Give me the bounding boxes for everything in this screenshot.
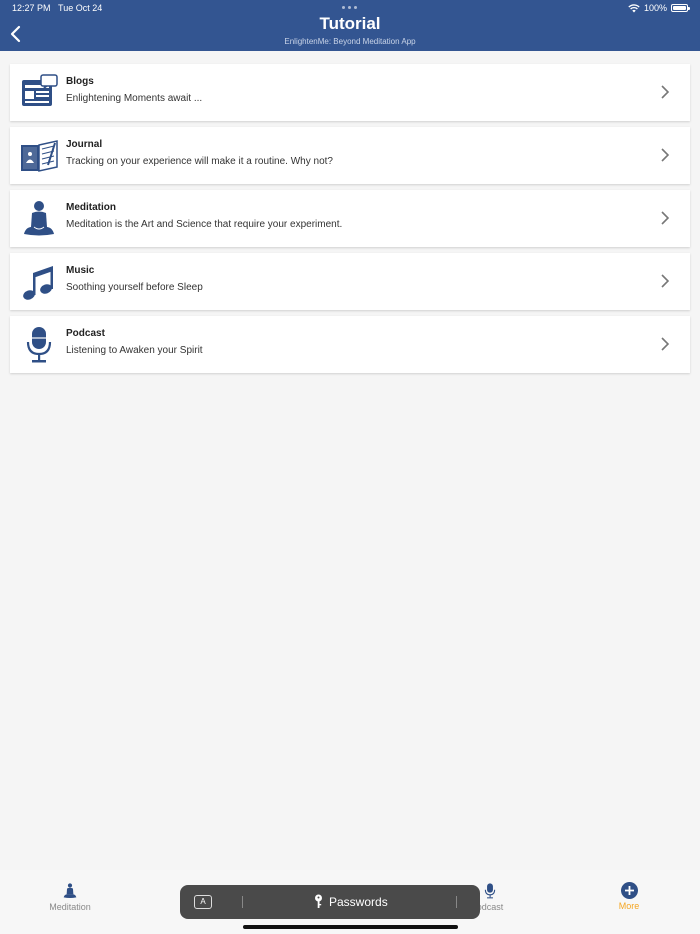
status-right: 100% xyxy=(628,3,690,13)
item-title: Journal xyxy=(66,139,103,150)
list-item-journal[interactable]: Journal Tracking on your experience will… xyxy=(10,127,690,184)
home-indicator[interactable] xyxy=(243,925,458,929)
chevron-right-icon xyxy=(661,148,670,162)
header: 12:27 PM Tue Oct 24 100% Tutorial Enligh… xyxy=(0,0,700,51)
item-title: Meditation xyxy=(66,202,116,213)
item-description: Listening to Awaken your Spirit xyxy=(66,345,203,356)
tab-more[interactable]: More xyxy=(589,882,669,911)
battery-icon xyxy=(671,4,690,12)
divider xyxy=(242,896,243,908)
tab-label: Meditation xyxy=(49,902,91,912)
passwords-label: Passwords xyxy=(329,894,388,909)
page-subtitle: EnlightenMe: Beyond Meditation App xyxy=(284,37,416,46)
item-title: Music xyxy=(66,265,95,276)
chevron-right-icon xyxy=(661,274,670,288)
music-icon xyxy=(23,266,53,300)
item-description: Soothing yourself before Sleep xyxy=(66,282,203,293)
tab-label: odcast xyxy=(476,902,504,912)
list-item-blogs[interactable]: Blogs Enlightening Moments await ... xyxy=(10,64,690,121)
tutorial-list: Blogs Enlightening Moments await ... Jou… xyxy=(10,64,690,379)
item-title: Podcast xyxy=(66,328,105,339)
blog-icon xyxy=(22,74,58,106)
chevron-right-icon xyxy=(661,337,670,351)
password-autofill-bar: A Passwords xyxy=(180,885,480,919)
podcast-icon xyxy=(26,327,52,363)
list-item-podcast[interactable]: Podcast Listening to Awaken your Spirit xyxy=(10,316,690,373)
microphone-icon xyxy=(484,883,496,899)
wifi-icon xyxy=(628,3,640,12)
key-icon xyxy=(315,894,322,908)
passwords-button[interactable]: Passwords xyxy=(314,894,388,909)
list-item-meditation[interactable]: Meditation Meditation is the Art and Sci… xyxy=(10,190,690,247)
status-time: 12:27 PM Tue Oct 24 xyxy=(12,3,103,13)
item-description: Tracking on your experience will make it… xyxy=(66,156,333,167)
item-description: Enlightening Moments await ... xyxy=(66,93,203,104)
tab-meditation[interactable]: Meditation xyxy=(30,882,110,912)
plus-circle-icon xyxy=(620,882,638,899)
battery-percent: 100% xyxy=(643,3,667,13)
divider xyxy=(456,896,457,908)
chevron-right-icon xyxy=(661,85,670,99)
list-item-music[interactable]: Music Soothing yourself before Sleep xyxy=(10,253,690,310)
page-title: Tutorial xyxy=(319,14,381,33)
keyboard-key-button[interactable]: A xyxy=(194,895,212,909)
journal-icon xyxy=(21,140,58,172)
chevron-right-icon xyxy=(661,211,670,225)
item-description: Meditation is the Art and Science that r… xyxy=(66,219,343,230)
meditation-icon xyxy=(24,201,54,236)
item-title: Blogs xyxy=(66,76,94,87)
meditation-icon xyxy=(63,883,77,898)
tab-label: More xyxy=(618,901,640,911)
multitasking-dots-icon[interactable] xyxy=(342,6,357,9)
